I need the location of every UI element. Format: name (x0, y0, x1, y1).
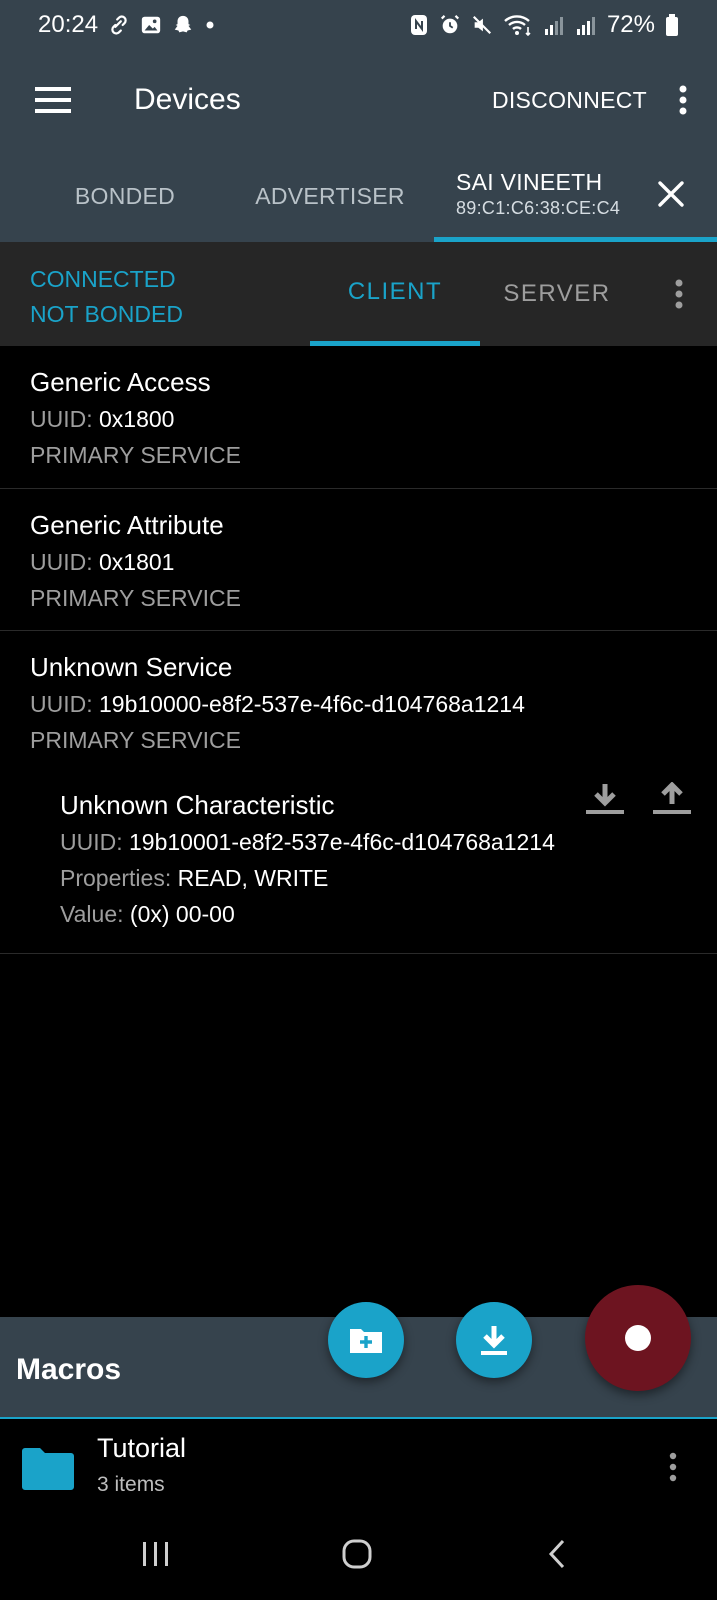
status-bar: 20:24 72% (0, 0, 717, 50)
snapchat-icon (172, 14, 194, 36)
uuid-label: UUID: (30, 691, 93, 717)
link-icon (108, 14, 130, 36)
properties-value: READ, WRITE (177, 865, 329, 891)
upload-icon (653, 782, 691, 814)
service-name: Unknown Service (30, 652, 233, 682)
folder-icon (20, 1447, 76, 1496)
create-folder-icon (350, 1329, 382, 1353)
more-vert-icon (679, 85, 687, 115)
status-bar-left: 20:24 (38, 11, 216, 39)
page-title: Devices (134, 83, 241, 116)
wifi-icon (503, 14, 533, 36)
disconnect-button[interactable]: DISCONNECT (480, 77, 659, 124)
service-uuid: UUID: 19b10000-e8f2-537e-4f6c-d104768a12… (30, 691, 525, 718)
download-icon (481, 1326, 507, 1355)
nfc-icon (409, 14, 429, 36)
service-type: PRIMARY SERVICE (30, 585, 241, 611)
device-mac: 89:C1:C6:38:CE:C4 (456, 197, 621, 218)
service-name: Generic Attribute (30, 510, 224, 540)
alarm-icon (439, 14, 461, 36)
signal-icon (575, 14, 597, 36)
close-icon (658, 181, 684, 207)
service-item-generic-access[interactable]: Generic Access UUID: 0x1800 PRIMARY SERV… (0, 346, 717, 489)
folder-name: Tutorial (97, 1433, 187, 1463)
uuid-value: 0x1801 (99, 549, 175, 575)
write-button[interactable] (650, 777, 694, 821)
characteristic-value: Value: (0x) 00-00 (60, 901, 235, 928)
device-name: SAI VINEETH (456, 168, 603, 195)
folder-overflow-button[interactable] (665, 1449, 681, 1485)
tab-server[interactable]: SERVER (482, 242, 632, 346)
battery-percent: 72% (606, 11, 655, 38)
uuid-label: UUID: (60, 829, 123, 855)
service-type: PRIMARY SERVICE (30, 727, 241, 753)
connection-bar: CONNECTED NOT BONDED CLIENT SERVER (0, 242, 717, 346)
connection-status: CONNECTED NOT BONDED (30, 262, 183, 332)
dot-icon (204, 19, 216, 31)
macros-title: Macros (16, 1353, 122, 1386)
service-name: Generic Access (30, 367, 211, 397)
value-label: Value: (60, 901, 124, 927)
close-device-button[interactable] (651, 174, 691, 214)
home-icon (342, 1539, 372, 1569)
uuid-value: 19b10000-e8f2-537e-4f6c-d104768a1214 (99, 691, 525, 717)
value-text: (0x) 00-00 (129, 901, 235, 927)
battery-icon (665, 13, 679, 37)
connection-overflow-button[interactable] (669, 272, 689, 316)
service-uuid: UUID: 0x1800 (30, 406, 174, 433)
back-button[interactable] (527, 1529, 587, 1579)
home-button[interactable] (327, 1529, 387, 1579)
recent-apps-button[interactable] (126, 1529, 186, 1579)
device-tabs: BONDED ADVERTISER SAI VINEETH 89:C1:C6:3… (0, 150, 717, 242)
service-type: PRIMARY SERVICE (30, 442, 241, 468)
service-uuid: UUID: 0x1801 (30, 549, 174, 576)
more-vert-icon (675, 279, 683, 309)
import-macro-button[interactable] (456, 1302, 532, 1378)
connection-state: CONNECTED (30, 266, 176, 292)
new-folder-button[interactable] (328, 1302, 404, 1378)
read-button[interactable] (583, 777, 627, 821)
characteristic-properties: Properties: READ, WRITE (60, 865, 328, 892)
mute-icon (471, 14, 493, 36)
service-item-generic-attribute[interactable]: Generic Attribute UUID: 0x1801 PRIMARY S… (0, 489, 717, 631)
status-time: 20:24 (38, 11, 99, 38)
system-navigation-bar (0, 1509, 717, 1600)
characteristic-name: Unknown Characteristic (60, 790, 335, 820)
uuid-label: UUID: (30, 406, 93, 432)
uuid-value: 19b10001-e8f2-537e-4f6c-d104768a1214 (129, 829, 555, 855)
macro-folder-item[interactable]: Tutorial 3 items (0, 1419, 717, 1509)
back-icon (548, 1539, 565, 1569)
bond-state: NOT BONDED (30, 301, 183, 327)
gallery-icon (140, 14, 162, 36)
status-bar-right: 72% (409, 11, 679, 39)
signal-icon (543, 14, 565, 36)
tab-client[interactable]: CLIENT (310, 242, 480, 346)
record-macro-button[interactable] (585, 1285, 691, 1391)
more-vert-icon (669, 1452, 677, 1482)
hamburger-icon (35, 87, 71, 113)
menu-button[interactable] (19, 66, 87, 134)
service-item-unknown-service[interactable]: Unknown Service UUID: 19b10000-e8f2-537e… (0, 631, 717, 954)
overflow-menu-button[interactable] (659, 70, 707, 130)
download-icon (586, 784, 624, 814)
recent-apps-icon (143, 1542, 168, 1566)
folder-count: 3 items (97, 1473, 165, 1496)
uuid-label: UUID: (30, 549, 93, 575)
tab-bonded[interactable]: BONDED (40, 150, 210, 242)
record-icon (625, 1325, 651, 1351)
uuid-value: 0x1800 (99, 406, 175, 432)
characteristic-uuid: UUID: 19b10001-e8f2-537e-4f6c-d104768a12… (60, 829, 555, 856)
properties-label: Properties: (60, 865, 172, 891)
tab-advertiser[interactable]: ADVERTISER (240, 150, 420, 242)
app-bar: Devices DISCONNECT (0, 50, 717, 150)
